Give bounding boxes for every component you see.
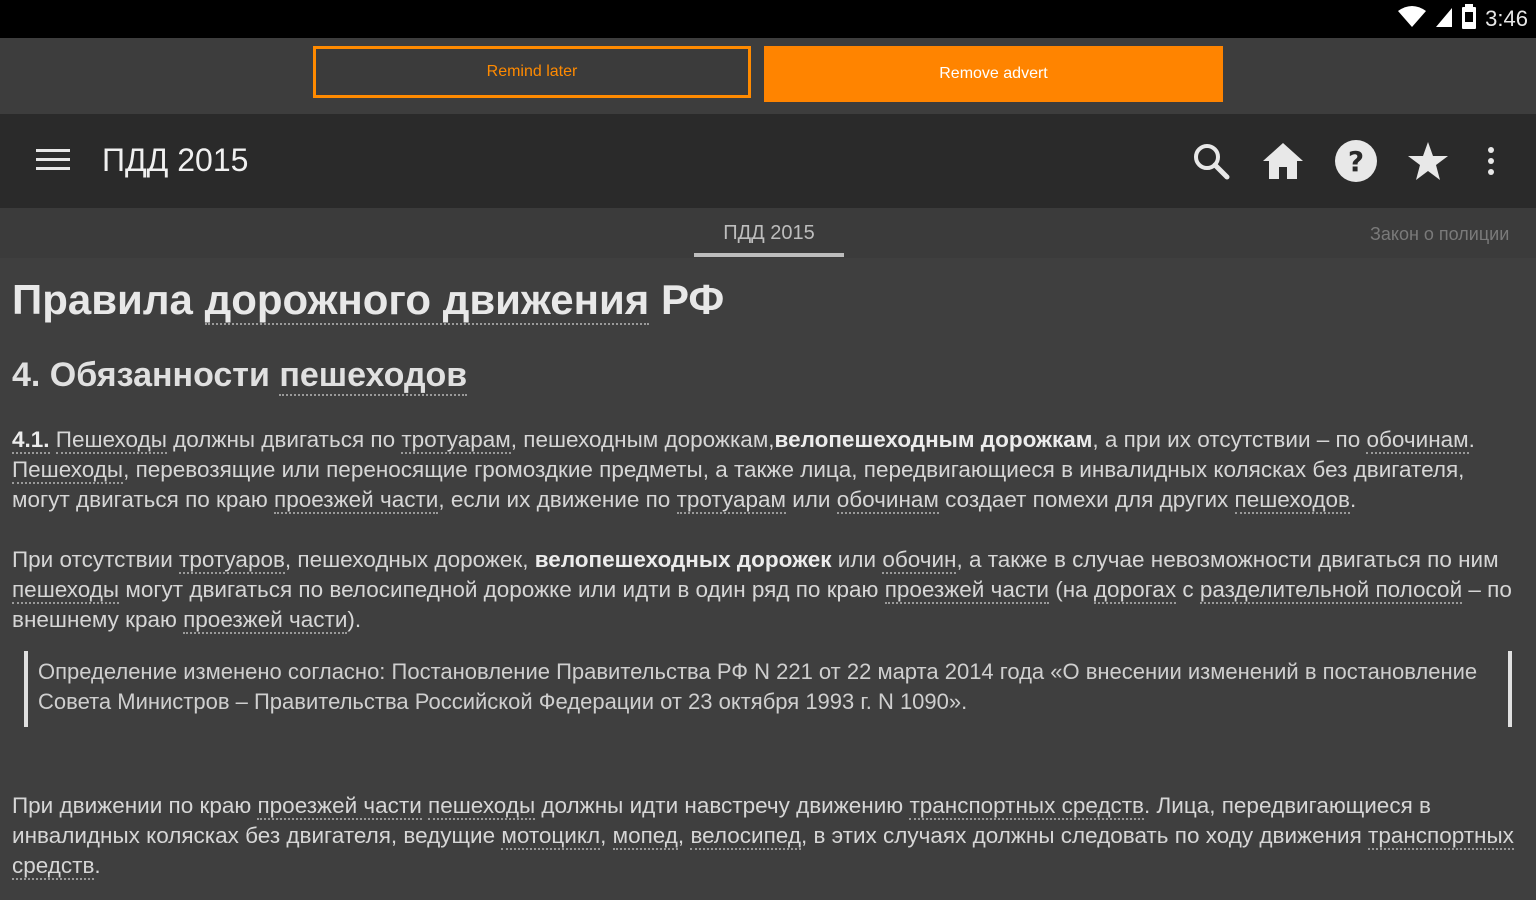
glossary-link[interactable]: разделительной полосой: [1199, 577, 1463, 604]
remind-later-button[interactable]: Remind later: [313, 46, 751, 98]
menu-icon[interactable]: [36, 149, 70, 175]
glossary-link[interactable]: тротуарам: [676, 487, 786, 514]
glossary-link[interactable]: обочин: [882, 547, 957, 574]
glossary-link[interactable]: пешеходов: [279, 356, 468, 396]
overflow-menu-icon[interactable]: [1466, 136, 1516, 186]
glossary-link[interactable]: пешеходы: [12, 577, 120, 604]
glossary-link[interactable]: проезжей части: [257, 793, 422, 820]
signal-icon: [1435, 6, 1453, 33]
article-content: Правила дорожного движения РФ 4. Обязанн…: [12, 262, 1524, 881]
glossary-link[interactable]: Пешеходы: [55, 427, 167, 454]
star-icon[interactable]: [1403, 136, 1453, 186]
glossary-link[interactable]: мотоцикл: [501, 823, 601, 850]
ad-bar: Remind later Remove advert: [0, 38, 1536, 114]
tab-police-law[interactable]: Закон о полиции: [1370, 224, 1509, 245]
paragraph-3: При движении по краю проезжей части пеше…: [12, 793, 1514, 880]
tab-bar: ПДД 2015 Закон о полиции: [0, 208, 1536, 258]
clause-number[interactable]: 4.1.: [12, 427, 50, 454]
glossary-link[interactable]: пешеходов: [1234, 487, 1350, 514]
section-title: 4. Обязанности пешеходов: [12, 356, 468, 396]
paragraph-2: При отсутствии тротуаров, пешеходных дор…: [12, 547, 1512, 634]
svg-text:?: ?: [1348, 145, 1364, 178]
glossary-link[interactable]: дорогах: [1093, 577, 1177, 604]
amendment-note: Определение изменено согласно: Постановл…: [24, 651, 1512, 727]
glossary-link[interactable]: мопед: [612, 823, 678, 850]
status-bar: 3:46: [0, 0, 1536, 38]
glossary-link[interactable]: проезжей части: [183, 607, 348, 634]
home-icon[interactable]: [1258, 136, 1308, 186]
glossary-link[interactable]: транспортных средств: [909, 793, 1144, 820]
amendment-note-text: Определение изменено согласно: Постановл…: [38, 659, 1478, 714]
status-icons: 3:46: [1397, 3, 1528, 35]
glossary-link[interactable]: тротуаров: [179, 547, 285, 574]
tab-indicator: [694, 253, 844, 257]
glossary-link[interactable]: проезжей части: [884, 577, 1049, 604]
tab-pdd-2015[interactable]: ПДД 2015: [694, 222, 844, 245]
glossary-link[interactable]: проезжей части: [274, 487, 439, 514]
glossary-link[interactable]: дорожного движения: [204, 276, 650, 325]
battery-icon: [1461, 3, 1477, 35]
help-icon[interactable]: ?: [1331, 136, 1381, 186]
search-icon[interactable]: [1186, 136, 1236, 186]
remove-advert-button[interactable]: Remove advert: [764, 46, 1223, 102]
app-title: ПДД 2015: [102, 142, 249, 178]
wifi-icon: [1397, 5, 1427, 33]
glossary-link[interactable]: обочинам: [836, 487, 939, 514]
glossary-link[interactable]: тротуарам: [401, 427, 511, 454]
status-time: 3:46: [1485, 6, 1528, 31]
page-title: Правила дорожного движения РФ: [12, 276, 725, 325]
glossary-link[interactable]: пешеходы: [428, 793, 536, 820]
paragraph-4-1: 4.1. Пешеходы должны двигаться по тротуа…: [12, 427, 1475, 514]
glossary-link[interactable]: Пешеходы: [12, 457, 124, 484]
app-toolbar: ПДД 2015 ?: [0, 114, 1536, 208]
glossary-link[interactable]: велосипед: [690, 823, 801, 850]
glossary-link[interactable]: обочинам: [1366, 427, 1469, 454]
